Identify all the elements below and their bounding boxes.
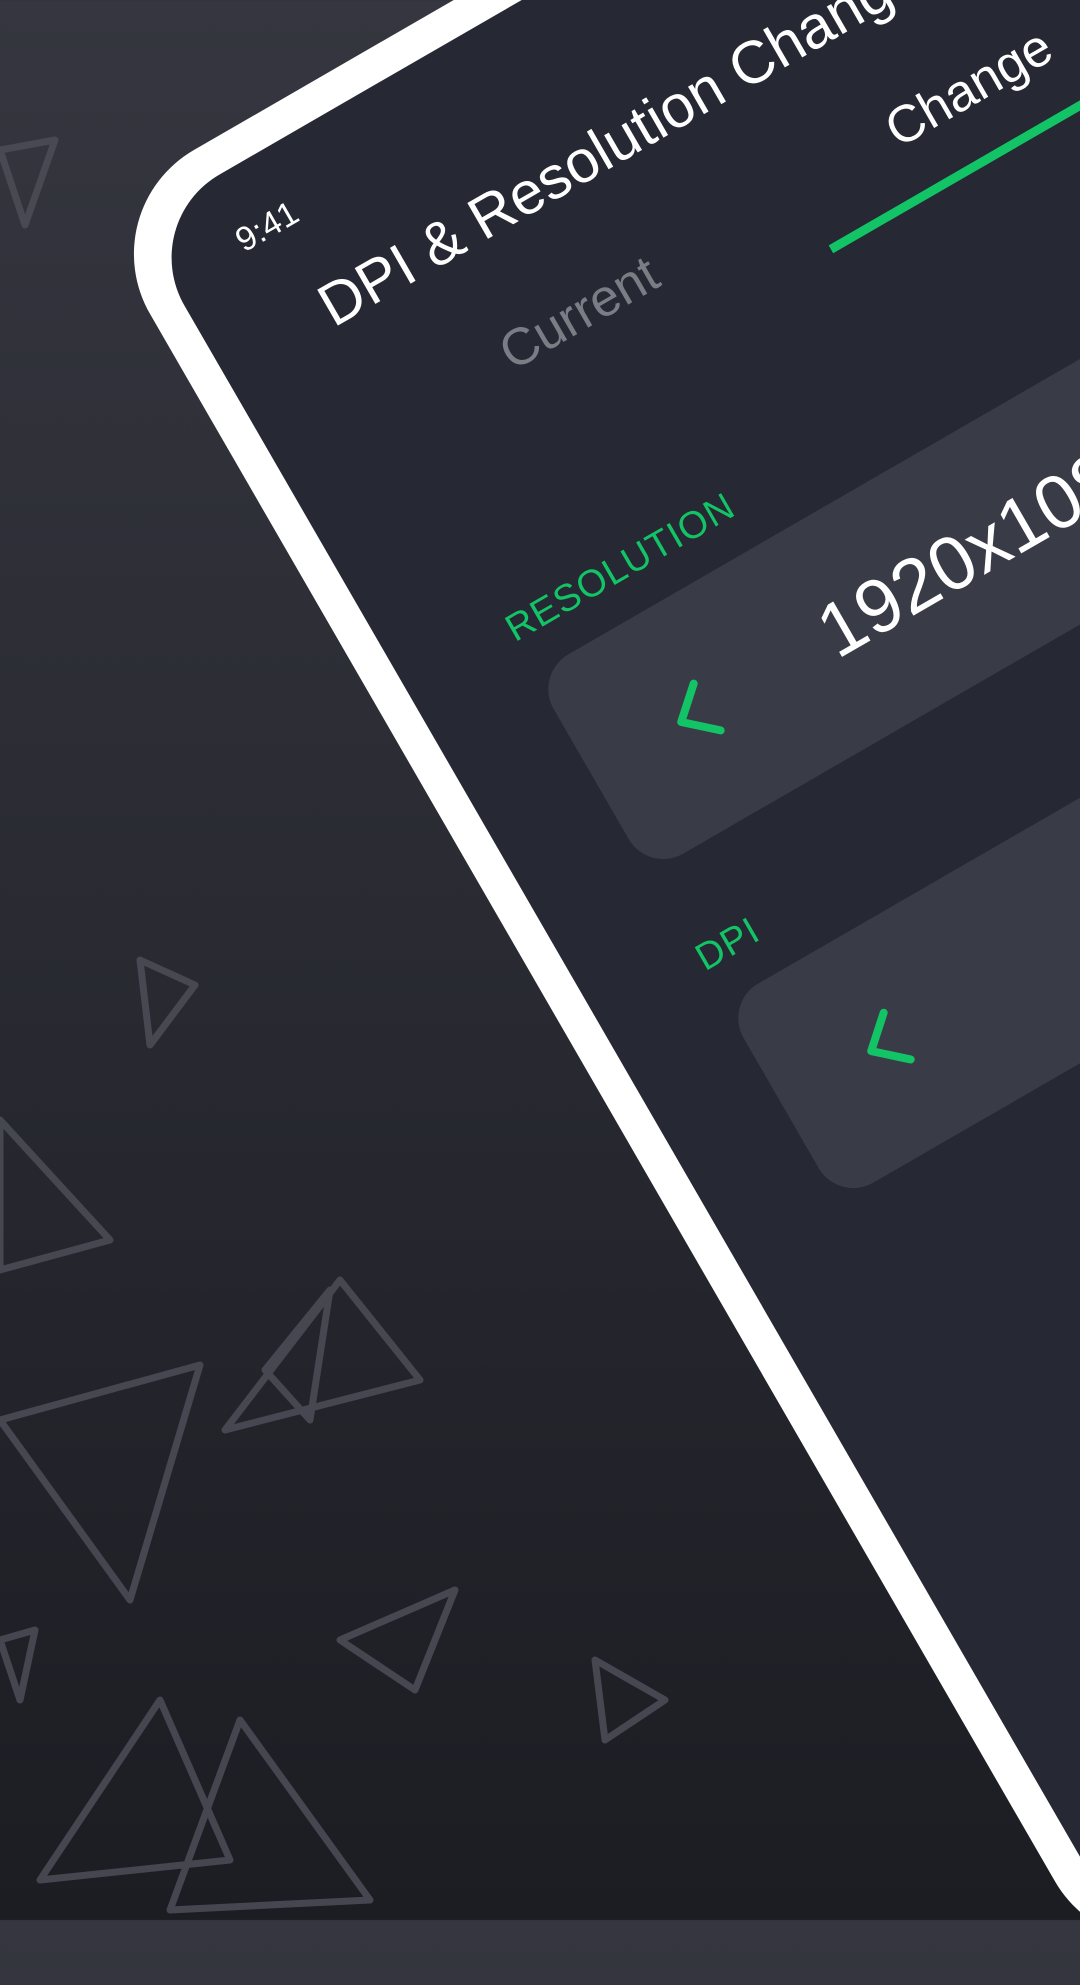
chevron-left-icon[interactable] bbox=[652, 669, 739, 760]
resolution-value: 1920x1080 bbox=[802, 412, 1080, 675]
status-time: 9:41 bbox=[228, 193, 306, 260]
dpi-label: DPI bbox=[688, 909, 768, 980]
chevron-left-icon[interactable] bbox=[842, 998, 929, 1089]
